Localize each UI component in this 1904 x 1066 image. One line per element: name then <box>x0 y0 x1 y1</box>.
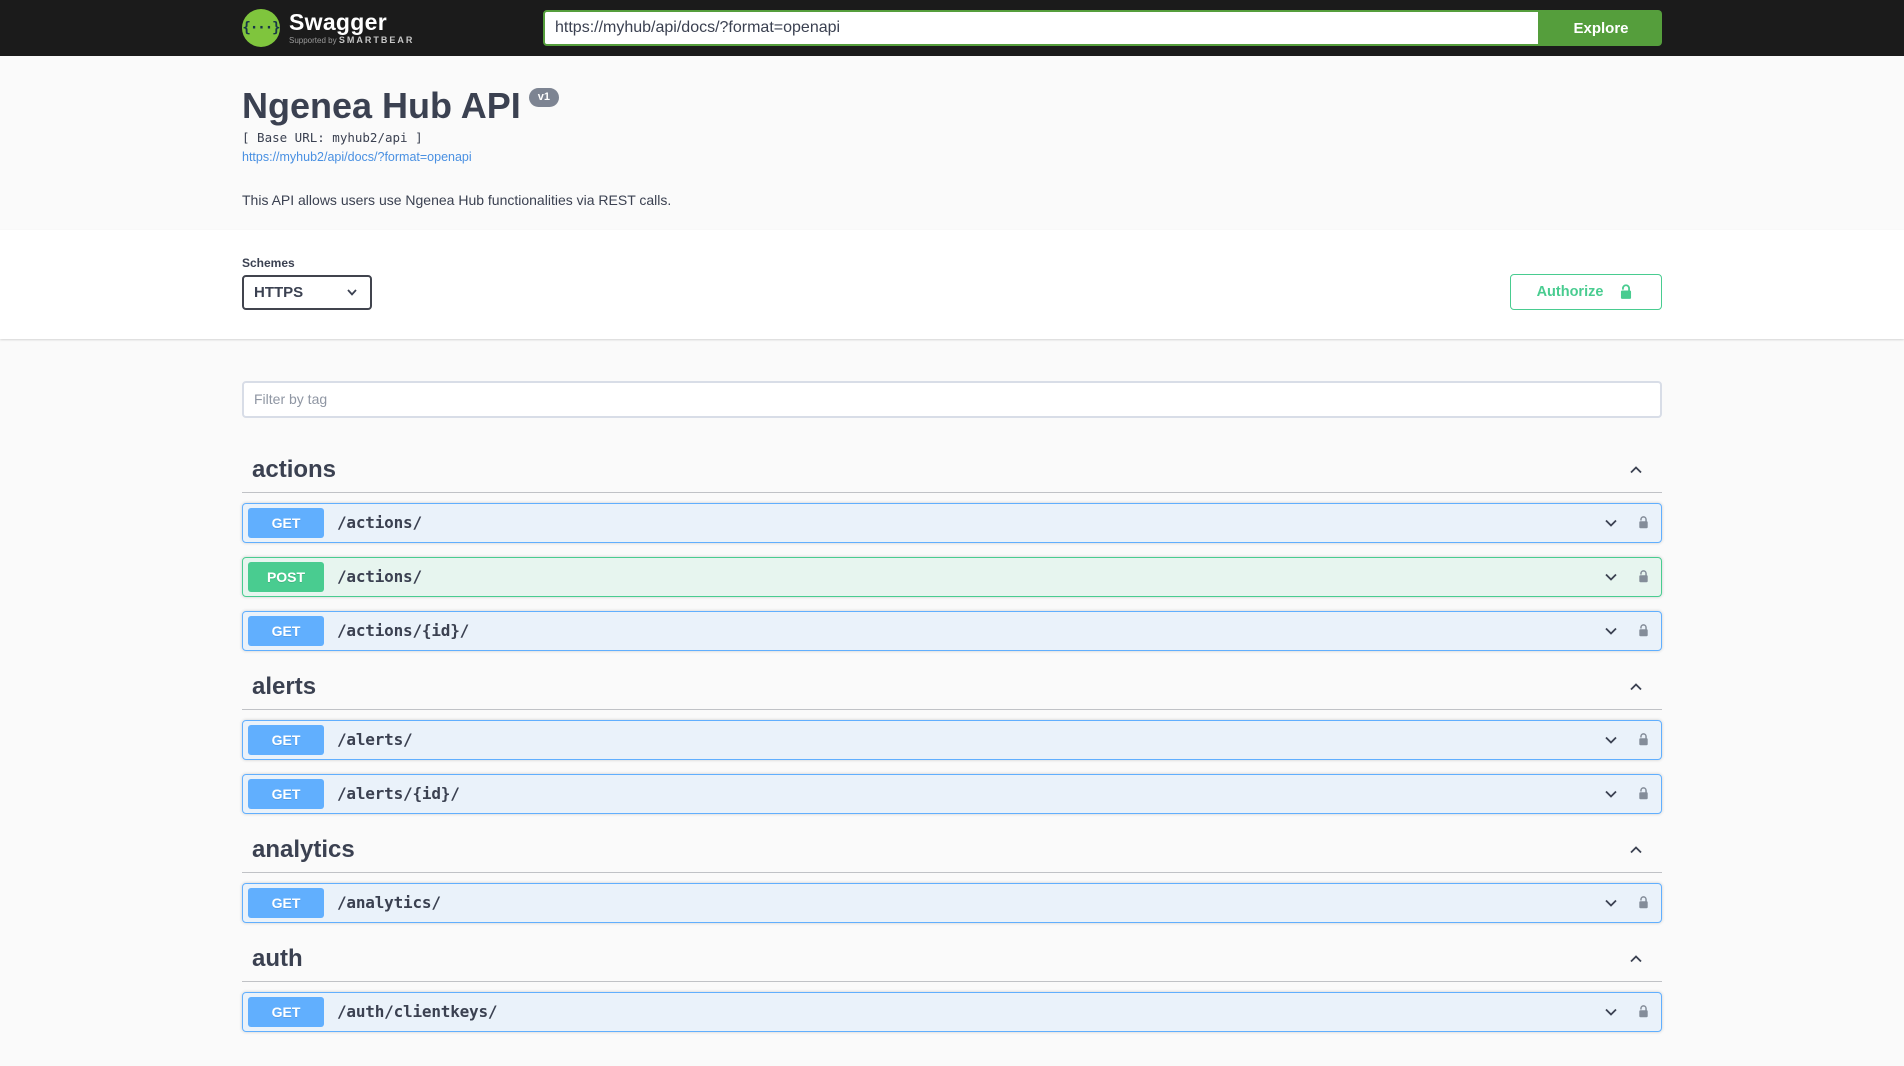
operation-row[interactable]: GET /actions/ <box>242 503 1662 543</box>
info-section: Ngenea Hub API v1 [ Base URL: myhub2/api… <box>0 56 1904 230</box>
version-badge: v1 <box>529 88 559 107</box>
operation-path: /actions/ <box>324 567 1601 586</box>
lock-icon[interactable] <box>1636 894 1651 911</box>
tag-section: actions GET /actions/ POST /actions/ <box>242 448 1662 651</box>
tag-operations: GET /analytics/ <box>242 883 1662 923</box>
schemes-select[interactable]: HTTPS <box>242 275 372 310</box>
base-url: [ Base URL: myhub2/api ] <box>242 130 1662 145</box>
operation-row[interactable]: POST /actions/ <box>242 557 1662 597</box>
operation-summary[interactable]: GET /auth/clientkeys/ <box>243 993 1661 1031</box>
chevron-down-icon[interactable] <box>1601 567 1621 587</box>
chevron-down-icon[interactable] <box>1601 1002 1621 1022</box>
operation-summary[interactable]: GET /actions/{id}/ <box>243 612 1661 650</box>
chevron-down-icon[interactable] <box>1601 730 1621 750</box>
api-title-text: Ngenea Hub API <box>242 86 521 126</box>
method-badge: POST <box>248 562 324 592</box>
tag-section: auth GET /auth/clientkeys/ <box>242 937 1662 1032</box>
method-badge: GET <box>248 779 324 809</box>
chevron-down-icon <box>344 284 360 300</box>
api-description: This API allows users use Ngenea Hub fun… <box>242 192 1662 208</box>
swagger-wordmark: Swagger <box>289 11 414 34</box>
operation-controls <box>1601 513 1651 533</box>
swagger-logo-text: Swagger Supported by SMARTBEAR <box>289 11 414 45</box>
tag-label: auth <box>252 945 303 973</box>
operation-summary[interactable]: POST /actions/ <box>243 558 1661 596</box>
operation-row[interactable]: GET /auth/clientkeys/ <box>242 992 1662 1032</box>
operation-summary[interactable]: GET /alerts/ <box>243 721 1661 759</box>
operation-path: /alerts/ <box>324 730 1601 749</box>
smartbear-tagline: Supported by SMARTBEAR <box>289 36 414 45</box>
operation-summary[interactable]: GET /alerts/{id}/ <box>243 775 1661 813</box>
url-input[interactable] <box>543 10 1540 46</box>
schemes-block: Schemes HTTPS <box>242 256 372 310</box>
operation-controls <box>1601 784 1651 804</box>
chevron-up-icon[interactable] <box>1626 840 1646 860</box>
chevron-up-icon[interactable] <box>1626 949 1646 969</box>
chevron-down-icon[interactable] <box>1601 513 1621 533</box>
operation-controls <box>1601 730 1651 750</box>
method-badge: GET <box>248 888 324 918</box>
method-badge: GET <box>248 508 324 538</box>
tag-operations: GET /actions/ POST /actions/ <box>242 503 1662 651</box>
lock-icon[interactable] <box>1636 785 1651 802</box>
filter-container <box>242 381 1662 418</box>
operation-path: /auth/clientkeys/ <box>324 1002 1601 1021</box>
tag-label: analytics <box>252 836 355 864</box>
tag-operations: GET /auth/clientkeys/ <box>242 992 1662 1032</box>
unlock-icon <box>1617 282 1635 302</box>
operation-path: /actions/ <box>324 513 1601 532</box>
operation-row[interactable]: GET /actions/{id}/ <box>242 611 1662 651</box>
operation-row[interactable]: GET /alerts/ <box>242 720 1662 760</box>
lock-icon[interactable] <box>1636 514 1651 531</box>
spec-link[interactable]: https://myhub2/api/docs/?format=openapi <box>242 150 472 164</box>
operation-path: /actions/{id}/ <box>324 621 1601 640</box>
operations-main: actions GET /actions/ POST /actions/ <box>242 381 1662 1032</box>
method-badge: GET <box>248 997 324 1027</box>
lock-icon[interactable] <box>1636 1003 1651 1020</box>
tag-header[interactable]: alerts <box>242 665 1662 710</box>
method-badge: GET <box>248 725 324 755</box>
tag-section: analytics GET /analytics/ <box>242 828 1662 923</box>
lock-icon[interactable] <box>1636 622 1651 639</box>
operation-path: /analytics/ <box>324 893 1601 912</box>
operation-controls <box>1601 1002 1651 1022</box>
swagger-logo-icon: {···} <box>242 9 280 47</box>
filter-input[interactable] <box>242 381 1662 418</box>
chevron-down-icon[interactable] <box>1601 893 1621 913</box>
lock-icon[interactable] <box>1636 568 1651 585</box>
authorize-label: Authorize <box>1537 284 1604 300</box>
operation-controls <box>1601 567 1651 587</box>
tag-header[interactable]: analytics <box>242 828 1662 873</box>
operation-path: /alerts/{id}/ <box>324 784 1601 803</box>
operations-list: actions GET /actions/ POST /actions/ <box>242 448 1662 1032</box>
operation-row[interactable]: GET /analytics/ <box>242 883 1662 923</box>
tag-operations: GET /alerts/ GET /alerts/{id}/ <box>242 720 1662 814</box>
schemes-label: Schemes <box>242 256 372 270</box>
operation-row[interactable]: GET /alerts/{id}/ <box>242 774 1662 814</box>
tag-label: actions <box>252 456 336 484</box>
tag-section: alerts GET /alerts/ GET /alerts/{id}/ <box>242 665 1662 814</box>
chevron-up-icon[interactable] <box>1626 460 1646 480</box>
method-badge: GET <box>248 616 324 646</box>
chevron-down-icon[interactable] <box>1601 784 1621 804</box>
chevron-up-icon[interactable] <box>1626 677 1646 697</box>
schemes-selected-value: HTTPS <box>254 284 303 301</box>
explore-button[interactable]: Explore <box>1540 10 1662 46</box>
lock-icon[interactable] <box>1636 731 1651 748</box>
operation-controls <box>1601 621 1651 641</box>
operation-summary[interactable]: GET /actions/ <box>243 504 1661 542</box>
scheme-container: Schemes HTTPS Authorize <box>0 230 1904 339</box>
chevron-down-icon[interactable] <box>1601 621 1621 641</box>
swagger-logo[interactable]: {···} Swagger Supported by SMARTBEAR <box>242 9 414 47</box>
operation-summary[interactable]: GET /analytics/ <box>243 884 1661 922</box>
operation-controls <box>1601 893 1651 913</box>
page-title: Ngenea Hub API v1 <box>242 86 1662 126</box>
tag-header[interactable]: auth <box>242 937 1662 982</box>
topbar: {···} Swagger Supported by SMARTBEAR Exp… <box>0 0 1904 56</box>
authorize-button[interactable]: Authorize <box>1510 274 1662 310</box>
tag-label: alerts <box>252 673 316 701</box>
tag-header[interactable]: actions <box>242 448 1662 493</box>
